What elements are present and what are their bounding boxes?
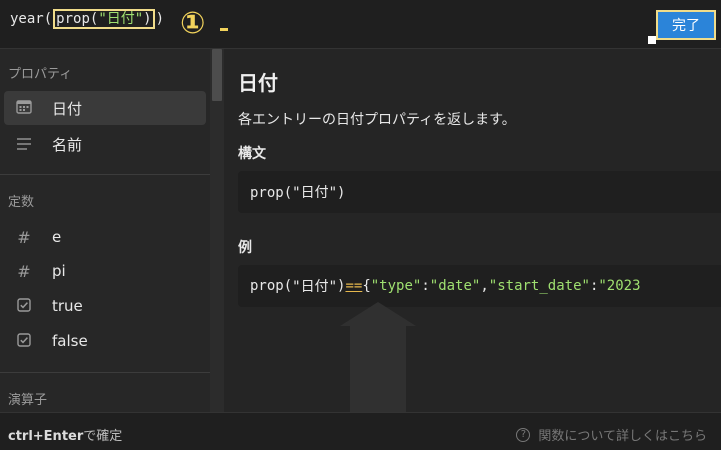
sidebar-item-pi[interactable]: # pi (4, 254, 206, 288)
formula-fn: prop( (56, 11, 99, 27)
doc-description: 各エントリーの日付プロパティを返します。 (238, 112, 516, 128)
up-arrow-icon (340, 302, 416, 414)
doc-title: 日付 (238, 71, 278, 95)
cursor-marker (648, 36, 656, 44)
sidebar-item-date[interactable]: 日付 (4, 91, 206, 125)
code-key: "type" (370, 278, 422, 294)
code-fn: prop( (250, 278, 293, 294)
shortcut-text: で確定 (83, 429, 123, 444)
syntax-heading: 構文 (238, 146, 266, 162)
shortcut-key: ctrl+Enter (8, 429, 84, 444)
sidebar-item-false[interactable]: false (4, 324, 206, 358)
lines-icon (4, 135, 44, 154)
formula-arg: "日付" (98, 11, 144, 27)
sidebar-item-label: false (52, 332, 88, 350)
formula-input[interactable]: year(prop("日付")) (10, 9, 164, 29)
formula-close: ) (143, 11, 152, 27)
sidebar-item-name[interactable]: 名前 (4, 127, 206, 161)
sidebar: プロパティ 日付 名前 定数 # e # pi true false 演算子 (0, 49, 210, 412)
formula-bar[interactable]: year(prop("日付")) ① 完了 (0, 0, 721, 49)
formula-highlight: prop("日付") (53, 9, 155, 29)
syntax-code-text: prop("日付") (250, 185, 346, 201)
code-key: "start_date" (488, 278, 590, 294)
sidebar-item-label: e (52, 228, 62, 246)
code-colon: : (589, 278, 599, 294)
help-link-text[interactable]: 関数について詳しくはこちら (538, 425, 707, 444)
doc-panel: 日付 各エントリーの日付プロパティを返します。 構文 prop("日付") 例 … (224, 49, 721, 412)
code-value: "date" (429, 278, 481, 294)
code-close: ) (337, 278, 346, 294)
code-brace: { (362, 278, 371, 294)
hash-icon: # (17, 227, 31, 247)
section-title-properties: プロパティ (8, 67, 73, 82)
calendar-icon (4, 99, 44, 118)
sidebar-item-label: pi (52, 262, 66, 280)
divider (0, 174, 210, 175)
annotation-step1: ① (180, 6, 206, 41)
sidebar-item-e[interactable]: # e (4, 220, 206, 254)
help-link[interactable]: ? 関数について詳しくはこちら (516, 425, 707, 444)
checkbox-icon (4, 332, 44, 351)
formula-suffix: ) (155, 11, 165, 27)
section-title-operators: 演算子 (8, 393, 48, 408)
divider (0, 372, 210, 373)
help-icon: ? (516, 427, 531, 442)
code-value: "2023 (598, 278, 641, 294)
sidebar-item-label: true (52, 297, 83, 315)
hash-icon: # (17, 261, 31, 281)
sidebar-item-true[interactable]: true (4, 289, 206, 323)
section-title-constants: 定数 (8, 195, 35, 210)
done-button[interactable]: 完了 (656, 10, 716, 40)
code-arg: "日付" (292, 279, 338, 295)
code-colon: : (421, 278, 430, 294)
syntax-code: prop("日付") (238, 171, 721, 213)
sidebar-item-label: 日付 (52, 99, 83, 118)
sidebar-scrollbar[interactable] (210, 49, 224, 412)
example-heading: 例 (238, 240, 252, 256)
example-code: prop("日付") == {"type": "date", "start_date… (238, 265, 721, 307)
sidebar-item-label: 名前 (52, 135, 83, 154)
code-operator: == (345, 278, 363, 294)
scroll-thumb[interactable] (212, 49, 222, 101)
formula-prefix: year( (10, 11, 53, 27)
checkbox-icon (4, 297, 44, 316)
shortcut-hint: ctrl+Enterで確定 (8, 425, 122, 444)
footer: ctrl+Enterで確定 ? 関数について詳しくはこちら (0, 412, 721, 450)
code-comma: , (480, 278, 489, 294)
annotation-dash (220, 28, 228, 31)
